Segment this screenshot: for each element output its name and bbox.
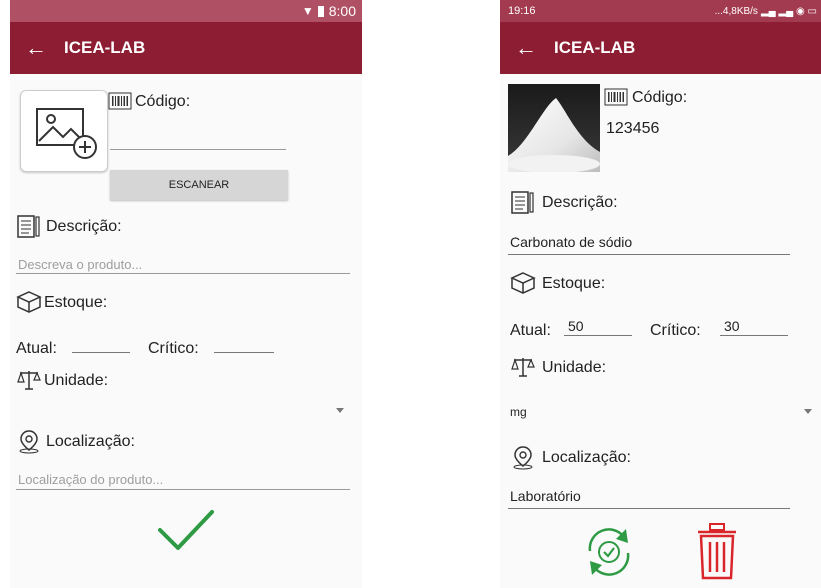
localizacao-input[interactable]: Laboratório <box>510 488 581 504</box>
descricao-label: Descrição: <box>46 218 122 235</box>
sync-update-icon[interactable] <box>582 521 636 583</box>
scan-button[interactable]: ESCANEAR <box>110 170 288 200</box>
box-icon <box>510 272 536 294</box>
unidade-label: Unidade: <box>44 372 109 389</box>
scale-icon <box>511 358 535 377</box>
unidade-dropdown[interactable]: mg <box>510 405 527 419</box>
scale-icon <box>17 371 41 390</box>
app-bar: ← ICEA-LAB <box>500 22 821 74</box>
image-add-icon <box>36 108 97 159</box>
localizacao-label: Localização: <box>46 433 135 450</box>
product-photo[interactable] <box>508 84 600 172</box>
wifi-icon: ▼ <box>301 4 314 18</box>
confirm-check-icon[interactable] <box>156 508 216 554</box>
document-icon <box>17 215 40 238</box>
status-bar: ▼ 8:00 <box>10 0 362 22</box>
back-arrow-icon[interactable]: ← <box>504 35 548 61</box>
localizacao-underline <box>508 508 790 509</box>
back-arrow-icon[interactable]: ← <box>14 35 58 61</box>
location-pin-icon <box>19 430 39 454</box>
codigo-input[interactable] <box>110 149 286 150</box>
critico-input[interactable]: 30 <box>724 318 740 334</box>
status-time: 19:16 <box>508 5 536 17</box>
atual-input[interactable]: 50 <box>568 318 584 334</box>
document-icon <box>511 191 534 214</box>
barcode-icon <box>108 92 132 110</box>
dropdown-arrow-icon <box>336 408 344 413</box>
critico-label: Crítico: <box>650 322 701 339</box>
box-icon <box>16 291 42 313</box>
descricao-underline <box>16 273 350 274</box>
codigo-label: Código: <box>632 89 688 106</box>
critico-input[interactable] <box>214 352 274 353</box>
location-pin-icon <box>513 446 533 470</box>
app-title: ICEA-LAB <box>64 38 146 57</box>
descricao-label: Descrição: <box>542 194 618 211</box>
app-bar: ← ICEA-LAB <box>10 22 362 74</box>
descricao-underline <box>508 254 790 255</box>
add-image-button[interactable] <box>20 90 108 172</box>
estoque-label: Estoque: <box>44 294 108 311</box>
unidade-label: Unidade: <box>542 359 607 376</box>
localizacao-input[interactable]: Localização do produto... <box>18 472 163 487</box>
app-title: ICEA-LAB <box>554 38 636 57</box>
dropdown-arrow-icon[interactable] <box>804 409 812 414</box>
status-time: 8:00 <box>328 3 356 19</box>
atual-underline <box>564 335 632 336</box>
localizacao-label: Localização: <box>542 449 631 466</box>
atual-input[interactable] <box>72 352 130 353</box>
critico-underline <box>720 335 788 336</box>
descricao-input[interactable]: Carbonato de sódio <box>510 234 632 250</box>
descricao-input[interactable]: Descreva o produto... <box>18 257 142 272</box>
scan-button-label: ESCANEAR <box>168 179 230 191</box>
trash-delete-icon[interactable] <box>694 522 740 582</box>
critico-label: Crítico: <box>148 340 199 357</box>
status-indicators: ...4,8KB/s <box>714 5 758 17</box>
signal-wifi-battery-icons: ▂▄ ▂▄ ◉ ▭ <box>760 5 817 17</box>
battery-icon <box>317 5 324 17</box>
unidade-dropdown[interactable] <box>16 398 350 422</box>
barcode-icon <box>604 88 628 106</box>
atual-label: Atual: <box>16 340 57 357</box>
estoque-label: Estoque: <box>542 275 606 292</box>
atual-label: Atual: <box>510 322 551 339</box>
right-screen: 19:16 ...4,8KB/s ▂▄ ▂▄ ◉ ▭ ← ICEA-LAB Có… <box>500 0 821 588</box>
codigo-label: Código: <box>135 93 191 110</box>
status-bar: 19:16 ...4,8KB/s ▂▄ ▂▄ ◉ ▭ <box>500 0 821 22</box>
left-screen: ▼ 8:00 ← ICEA-LAB Código: ESCANEAR Descr <box>10 0 362 588</box>
localizacao-underline <box>16 489 350 490</box>
codigo-value: 123456 <box>606 120 660 137</box>
